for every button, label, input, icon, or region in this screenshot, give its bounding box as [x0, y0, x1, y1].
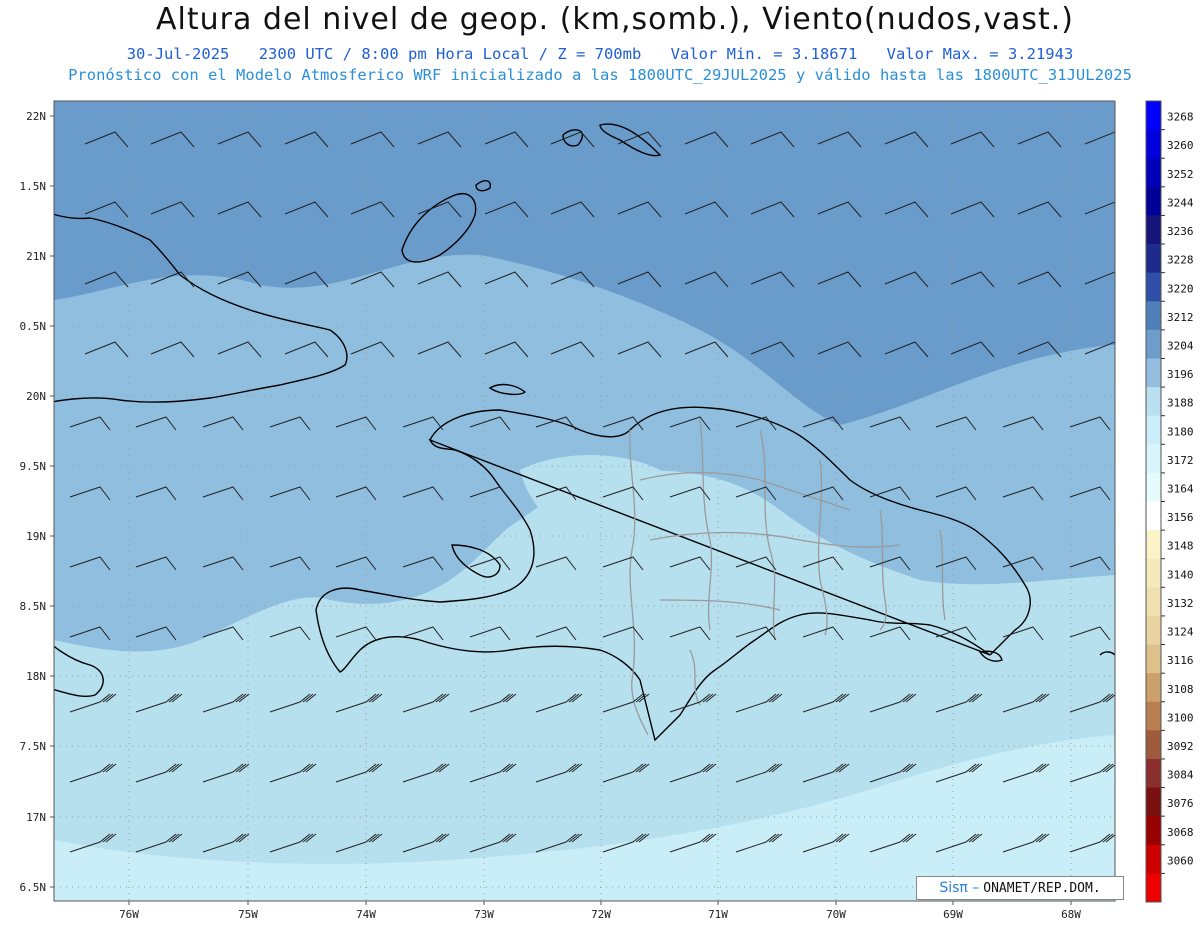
lat-label: 1.5N	[20, 180, 47, 193]
lat-label: 19N	[26, 530, 46, 543]
lat-label: 21N	[26, 250, 46, 263]
colorbar-label: 3124	[1167, 626, 1194, 639]
map-title: Altura del nivel de geop. (km,somb.), Vi…	[156, 2, 1074, 37]
colorbar-swatch	[1146, 415, 1161, 445]
wind-barb	[270, 904, 316, 922]
colorbar-label: 3196	[1167, 368, 1194, 381]
lat-label: 0.5N	[20, 320, 47, 333]
onamet-logo: Sisπ – ONAMET/REP.DOM.	[916, 876, 1124, 900]
wind-barb	[536, 904, 582, 922]
colorbar-label: 3132	[1167, 597, 1194, 610]
lon-label: 73W	[474, 908, 494, 921]
latitude-labels: 22N 1.5N 21N 0.5N 20N 9.5N 19N 8.5N 18N 7.5N 17N 6.…	[20, 110, 54, 894]
lat-label: 9.5N	[20, 460, 47, 473]
colorbar-label: 3100	[1167, 711, 1194, 724]
lat-label: 6.5N	[20, 881, 47, 894]
colorbar-swatch	[1146, 615, 1161, 646]
colorbar-label: 3076	[1167, 797, 1194, 810]
colorbar-swatch	[1146, 444, 1161, 474]
colorbar-label: 3108	[1167, 683, 1194, 696]
min-value: Valor Min. = 3.18671	[670, 45, 858, 63]
lon-label: 70W	[826, 908, 846, 921]
colorbar-label: 3148	[1167, 540, 1194, 553]
colorbar-label: 3084	[1167, 769, 1194, 782]
lon-label: 75W	[238, 908, 258, 921]
colorbar-swatch	[1146, 844, 1161, 874]
colorbar-label: 3172	[1167, 454, 1194, 467]
colorbar-swatch	[1146, 501, 1161, 531]
forecast-map: 22N 1.5N 21N 0.5N 20N 9.5N 19N 8.5N 18N 7.5N 17N 6.…	[20, 100, 1194, 922]
wind-barb	[136, 904, 182, 922]
forecast-time-line: 30-Jul-2025 2300 UTC / 8:00 pm Hora Loca…	[0, 45, 1200, 63]
lat-label: 8.5N	[20, 600, 47, 613]
logo-sis: Sisπ –	[939, 880, 980, 896]
colorbar-swatch	[1146, 129, 1161, 159]
colorbar-swatch	[1146, 358, 1161, 388]
colorbar-label: 3180	[1167, 425, 1194, 438]
colorbar-label: 3220	[1167, 282, 1194, 295]
colorbar-label: 3244	[1167, 196, 1194, 209]
colorbar-swatch	[1146, 873, 1161, 903]
colorbar-swatch	[1146, 244, 1161, 274]
lat-label: 18N	[26, 670, 46, 683]
colorbar-swatch	[1146, 816, 1161, 846]
colorbar-swatch	[1146, 730, 1161, 760]
lat-label: 17N	[26, 811, 46, 824]
colorbar-swatch	[1146, 758, 1161, 789]
colorbar-label: 3156	[1167, 511, 1194, 524]
wind-barb	[1003, 904, 1049, 922]
colorbar-label: 3204	[1167, 339, 1194, 352]
max-value: Valor Max. = 3.21943	[886, 45, 1074, 63]
lon-label: 76W	[119, 908, 139, 921]
lon-label: 69W	[943, 908, 963, 921]
colorbar-swatch	[1146, 644, 1161, 674]
lon-label: 72W	[591, 908, 611, 921]
colorbar-label: 3140	[1167, 568, 1194, 581]
colorbar-swatch	[1146, 387, 1161, 417]
wind-barb	[870, 904, 916, 922]
colorbar-swatch	[1146, 329, 1161, 359]
logo-org: ONAMET/REP.DOM.	[983, 880, 1101, 896]
colorbar-swatch	[1146, 673, 1161, 703]
lon-label: 71W	[708, 908, 728, 921]
colorbar-label: 3116	[1167, 654, 1194, 667]
colorbar-label: 3212	[1167, 311, 1194, 324]
colorbar-swatch	[1146, 101, 1161, 131]
colorbar-swatch	[1146, 701, 1161, 731]
wind-barb	[736, 904, 782, 922]
colorbar-label: 3236	[1167, 225, 1194, 238]
wind-barb	[70, 904, 116, 922]
lat-label: 22N	[26, 110, 46, 123]
colorbar-label: 3228	[1167, 254, 1194, 267]
colorbar-swatch	[1146, 186, 1161, 216]
colorbar-swatch	[1146, 787, 1161, 817]
colorbar-swatch	[1146, 558, 1161, 588]
colorbar-swatch	[1146, 472, 1161, 502]
colorbar-label: 3060	[1167, 854, 1194, 867]
colorbar-swatch	[1146, 158, 1161, 188]
model-info-line: Pronóstico con el Modelo Atmosferico WRF…	[68, 66, 1132, 84]
lat-label: 20N	[26, 390, 46, 403]
colorbar: 3268 3260 3252 3244 3236 3228 3220 3212 3204 3196…	[1145, 100, 1194, 903]
lon-label: 68W	[1061, 908, 1081, 921]
colorbar-swatch	[1146, 587, 1161, 617]
colorbar-swatch	[1146, 301, 1161, 331]
colorbar-label: 3092	[1167, 740, 1194, 753]
colorbar-label: 3164	[1167, 483, 1194, 496]
colorbar-label: 3260	[1167, 139, 1194, 152]
lat-label: 7.5N	[20, 740, 47, 753]
colorbar-swatch	[1146, 272, 1161, 302]
lon-label: 74W	[356, 908, 376, 921]
colorbar-label: 3068	[1167, 826, 1194, 839]
geopotential-shading	[54, 101, 1115, 901]
longitude-labels: 76W 75W 74W 73W 72W 71W 70W 69W 68W	[119, 901, 1081, 921]
forecast-time: 2300 UTC / 8:00 pm Hora Local / Z = 700m…	[258, 45, 642, 63]
colorbar-swatch	[1146, 530, 1161, 560]
colorbar-label: 3252	[1167, 168, 1194, 181]
colorbar-label: 3268	[1167, 111, 1194, 124]
forecast-date: 30-Jul-2025	[126, 45, 230, 63]
wind-barb	[403, 904, 449, 922]
colorbar-swatch	[1146, 215, 1161, 245]
colorbar-label: 3188	[1167, 397, 1194, 410]
